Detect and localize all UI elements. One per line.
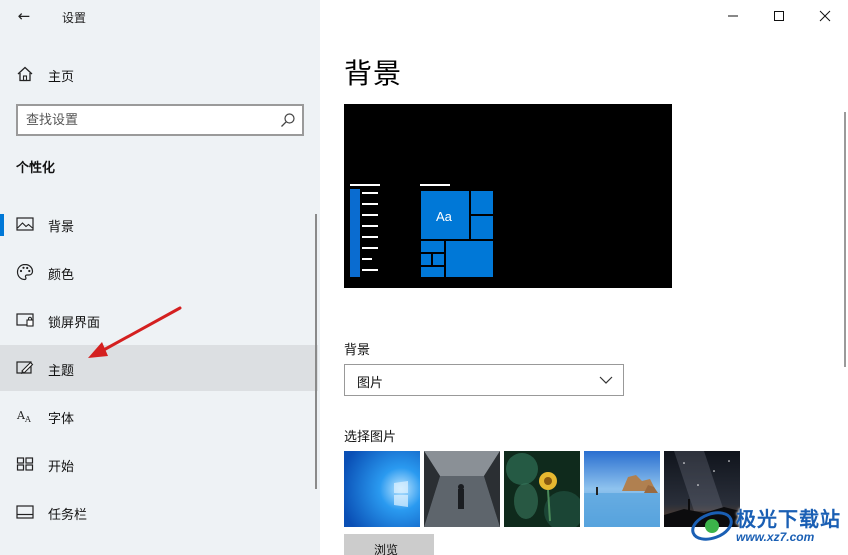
preview-tile bbox=[420, 240, 445, 253]
preview-start-list bbox=[350, 189, 360, 277]
home-label: 主页 bbox=[48, 70, 75, 85]
back-arrow-icon[interactable]: ← bbox=[14, 6, 34, 26]
section-title: 个性化 bbox=[16, 161, 56, 176]
preview-tile bbox=[432, 253, 445, 266]
desktop-preview: Aa bbox=[344, 104, 672, 288]
preview-tiles-header bbox=[420, 184, 450, 186]
search-box[interactable] bbox=[16, 104, 304, 136]
picture-thumbnail-flower[interactable] bbox=[504, 451, 580, 527]
preview-line bbox=[362, 236, 378, 238]
picture-thumbnail-night-sky[interactable] bbox=[664, 451, 740, 527]
picture-thumbnail-beach[interactable] bbox=[584, 451, 660, 527]
preview-line bbox=[362, 258, 372, 260]
main-panel: 背景 Aa 背景 图片 选择图片 浏览 bbox=[320, 0, 848, 555]
sidebar-item-label: 字体 bbox=[48, 412, 75, 427]
minimize-button[interactable] bbox=[710, 0, 756, 32]
preview-line bbox=[362, 269, 378, 271]
lock-screen-icon bbox=[16, 313, 34, 327]
close-button[interactable] bbox=[802, 0, 848, 32]
picture-thumbnail-hall[interactable] bbox=[424, 451, 500, 527]
preview-tile bbox=[470, 215, 494, 240]
sidebar: ← 设置 主页 个性化 背景 颜色 bbox=[0, 0, 320, 555]
preview-tile bbox=[420, 253, 432, 266]
taskbar-icon bbox=[16, 505, 34, 519]
chevron-down-icon bbox=[599, 376, 613, 384]
sidebar-item-lock-screen[interactable]: 锁屏界面 bbox=[0, 297, 318, 343]
main-scrollbar[interactable] bbox=[844, 112, 846, 367]
background-label: 背景 bbox=[344, 343, 371, 358]
sidebar-item-fonts[interactable]: A A 字体 bbox=[0, 393, 318, 439]
start-icon bbox=[16, 457, 34, 471]
dropdown-value: 图片 bbox=[357, 376, 384, 391]
preview-tile-wide bbox=[445, 240, 494, 278]
picture-thumbnail-windows[interactable] bbox=[344, 451, 420, 527]
home-icon bbox=[17, 66, 33, 82]
browse-label: 浏览 bbox=[374, 543, 399, 555]
preview-line bbox=[362, 214, 378, 216]
sidebar-item-themes[interactable]: 主题 bbox=[0, 345, 318, 391]
sidebar-item-label: 背景 bbox=[48, 220, 75, 235]
svg-text:A: A bbox=[24, 415, 31, 424]
browse-button[interactable]: 浏览 bbox=[344, 534, 434, 555]
font-icon: A A bbox=[16, 409, 31, 424]
sidebar-item-home[interactable]: 主页 bbox=[0, 60, 320, 88]
preview-start-header bbox=[350, 184, 380, 186]
preview-line bbox=[362, 247, 378, 249]
search-input[interactable] bbox=[26, 110, 266, 130]
title-bar: ← 设置 bbox=[0, 0, 320, 32]
sidebar-scrollbar[interactable] bbox=[315, 214, 317, 489]
close-icon bbox=[819, 10, 831, 22]
search-icon[interactable] bbox=[280, 112, 296, 128]
minimize-icon bbox=[728, 15, 738, 17]
preview-tile bbox=[420, 266, 445, 278]
background-type-dropdown[interactable]: 图片 bbox=[344, 364, 624, 396]
sidebar-item-taskbar[interactable]: 任务栏 bbox=[0, 489, 318, 535]
sidebar-item-label: 开始 bbox=[48, 460, 75, 475]
theme-brush-icon bbox=[16, 361, 34, 374]
sidebar-item-label: 主题 bbox=[48, 364, 75, 379]
page-title: 背景 bbox=[344, 57, 403, 90]
preview-sample-text: Aa bbox=[436, 209, 452, 224]
maximize-button[interactable] bbox=[756, 0, 802, 32]
maximize-icon bbox=[774, 11, 784, 21]
palette-icon bbox=[16, 263, 34, 281]
sidebar-item-label: 颜色 bbox=[48, 268, 75, 283]
preview-line bbox=[362, 192, 378, 194]
app-title: 设置 bbox=[62, 11, 87, 25]
sidebar-item-colors[interactable]: 颜色 bbox=[0, 249, 318, 295]
choose-picture-label: 选择图片 bbox=[344, 430, 397, 445]
sidebar-item-label: 任务栏 bbox=[48, 508, 88, 523]
preview-tile bbox=[470, 190, 494, 215]
preview-line bbox=[362, 203, 378, 205]
sidebar-item-start[interactable]: 开始 bbox=[0, 441, 318, 487]
sidebar-item-label: 锁屏界面 bbox=[48, 316, 101, 331]
sidebar-item-background[interactable]: 背景 bbox=[0, 201, 318, 247]
preview-line bbox=[362, 225, 378, 227]
picture-icon bbox=[16, 217, 34, 231]
